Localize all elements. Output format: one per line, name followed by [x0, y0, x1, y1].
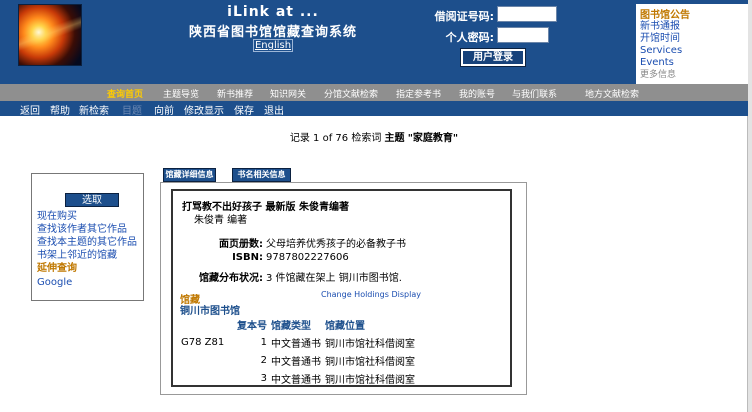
nav-new-books[interactable]: 新书推荐	[217, 87, 253, 100]
record-count: 记录 1 of 76 检索词	[289, 133, 382, 144]
field-key: 馆藏分布状况:	[199, 273, 263, 284]
copy-number: 1	[260, 337, 267, 348]
tab-holdings-detail[interactable]: 馆藏详细信息	[163, 168, 216, 182]
field-value: 3 件馆藏在架上 铜川市图书馆.	[266, 273, 402, 284]
notice-link-events[interactable]: Events	[640, 57, 744, 69]
notice-link-more[interactable]: 更多信息	[640, 69, 744, 81]
password-input[interactable]	[497, 27, 549, 43]
item-location: 铜川市馆社科借阅室	[325, 339, 415, 350]
table-row: 3 中文普通书 铜川市馆社科借阅室	[179, 369, 417, 387]
change-holdings-display-link[interactable]: Change Holdings Display	[321, 290, 421, 299]
field-value: 父母培养优秀孩子的必备教子书	[266, 239, 406, 250]
field-key: 面页册数:	[219, 239, 263, 250]
field-distribution: 馆藏分布状况: 3 件馆藏在架上 铜川市图书馆.	[163, 269, 402, 284]
table-header: 复本号 馆藏类型 馆藏位置	[179, 316, 417, 333]
copy-number: 2	[260, 355, 267, 366]
page-frame: iLink at ... 陕西省图书馆馆藏查询系统 English 借阅证号码:…	[0, 0, 748, 412]
nav-reserve-books[interactable]: 指定参考书	[396, 87, 441, 100]
notice-title: 图书馆公告	[640, 10, 690, 21]
header-location: 馆藏位置	[325, 321, 365, 332]
header-call-number	[179, 316, 235, 333]
record-detail: 打骂教不出好孩子 最新版 朱俊青编著 朱俊青 编著 面页册数: 父母培养优秀孩子的…	[171, 189, 512, 387]
item-location: 铜川市馆社科借阅室	[325, 357, 415, 368]
site-brand: iLink at ... 陕西省图书馆馆藏查询系统	[178, 4, 368, 40]
link-buy-now[interactable]: 现在购买	[37, 210, 138, 223]
table-row: G78 Z81 1 中文普通书 铜川市馆社科借阅室	[179, 333, 417, 351]
brand-subtitle: 陕西省图书馆馆藏查询系统	[188, 25, 357, 40]
action-new-search[interactable]: 新检索	[79, 102, 109, 117]
link-nearby-shelf[interactable]: 书架上邻近的馆藏	[37, 249, 138, 262]
item-location: 铜川市馆社科借阅室	[325, 375, 415, 386]
item-type: 中文普通书	[271, 357, 321, 368]
record-panel: 打骂教不出好孩子 最新版 朱俊青编著 朱俊青 编著 面页册数: 父母培养优秀孩子的…	[160, 182, 527, 395]
nav-knowledge-gateway[interactable]: 知识网关	[270, 87, 306, 100]
call-number: G78 Z81	[181, 337, 225, 348]
nav-home[interactable]: 查询首页	[107, 87, 143, 100]
field-value: 9787802227606	[266, 252, 349, 263]
notice-link-opening-hours[interactable]: 开馆时间	[640, 33, 744, 45]
nav-my-account[interactable]: 我的账号	[459, 87, 495, 100]
holdings-library: 铜川市图书馆	[180, 306, 240, 317]
extended-search-heading: 延伸查询	[37, 263, 77, 274]
action-save[interactable]: 保存	[234, 102, 254, 117]
notice-link-new-books[interactable]: 新书通报	[640, 21, 744, 33]
nav-subject-guide[interactable]: 主题导览	[163, 87, 199, 100]
nav-contact-us[interactable]: 与我们联系	[512, 87, 557, 100]
action-back[interactable]: 返回	[20, 102, 40, 117]
link-author-works[interactable]: 查找该作者其它作品	[37, 223, 138, 236]
sunburst-logo-icon	[18, 4, 82, 66]
header-copy-number: 复本号	[237, 321, 267, 332]
call-number	[179, 351, 235, 369]
search-term: "家庭教育"	[407, 133, 459, 144]
field-pages: 面页册数: 父母培养优秀孩子的必备教子书	[163, 235, 406, 250]
link-subject-works[interactable]: 查找本主题的其它作品	[37, 236, 138, 249]
item-type: 中文普通书	[271, 375, 321, 386]
select-button[interactable]: 选取	[65, 193, 119, 207]
table-row: 2 中文普通书 铜川市馆社科借阅室	[179, 351, 417, 369]
brand-title: iLink at ...	[227, 4, 319, 20]
action-modify-display[interactable]: 修改显示	[184, 102, 224, 117]
link-google[interactable]: Google	[37, 276, 138, 289]
header-banner: iLink at ... 陕西省图书馆馆藏查询系统 English 借阅证号码:…	[0, 0, 748, 84]
item-type: 中文普通书	[271, 339, 321, 350]
holdings-table: 复本号 馆藏类型 馆藏位置 G78 Z81 1 中文普通书 铜川市馆社科借阅室 …	[179, 316, 417, 387]
action-toolbar: 返回 帮助 新检索 目题 向前 修改显示 保存 退出	[0, 101, 748, 117]
notice-panel: 图书馆公告 新书通报 开馆时间 Services Events 更多信息	[636, 4, 748, 84]
header-item-type: 馆藏类型	[271, 321, 311, 332]
options-sidebar: 选取 现在购买 查找该作者其它作品 查找本主题的其它作品 书架上邻近的馆藏 延伸…	[31, 173, 144, 301]
nav-branch-search[interactable]: 分馆文献检索	[324, 87, 378, 100]
action-forward[interactable]: 向前	[154, 102, 174, 117]
copy-number: 3	[260, 373, 267, 384]
main-nav: 查询首页 主题导览 新书推荐 知识网关 分馆文献检索 指定参考书 我的账号 与我…	[0, 84, 748, 101]
user-login-button[interactable]: 用户登录	[460, 48, 526, 67]
action-previous-disabled: 目题	[122, 106, 142, 117]
field-isbn: ISBN: 9787802227606	[163, 252, 349, 263]
book-author: 朱俊青 编著	[194, 215, 248, 226]
action-help[interactable]: 帮助	[50, 102, 70, 117]
record-summary: 记录 1 of 76 检索词 主题 "家庭教育"	[0, 129, 748, 144]
notice-link-services[interactable]: Services	[640, 45, 744, 57]
password-label: 个人密码:	[445, 31, 494, 44]
card-number-input[interactable]	[497, 6, 557, 22]
search-field: 主题	[384, 133, 405, 144]
tab-title-info[interactable]: 书名相关信息	[232, 168, 291, 182]
card-number-label: 借阅证号码:	[434, 10, 494, 23]
nav-local-documents[interactable]: 地方文献检索	[585, 87, 639, 100]
call-number	[179, 369, 235, 387]
field-key: ISBN:	[232, 252, 263, 263]
action-exit[interactable]: 退出	[264, 102, 284, 117]
english-link[interactable]: English	[253, 39, 293, 52]
